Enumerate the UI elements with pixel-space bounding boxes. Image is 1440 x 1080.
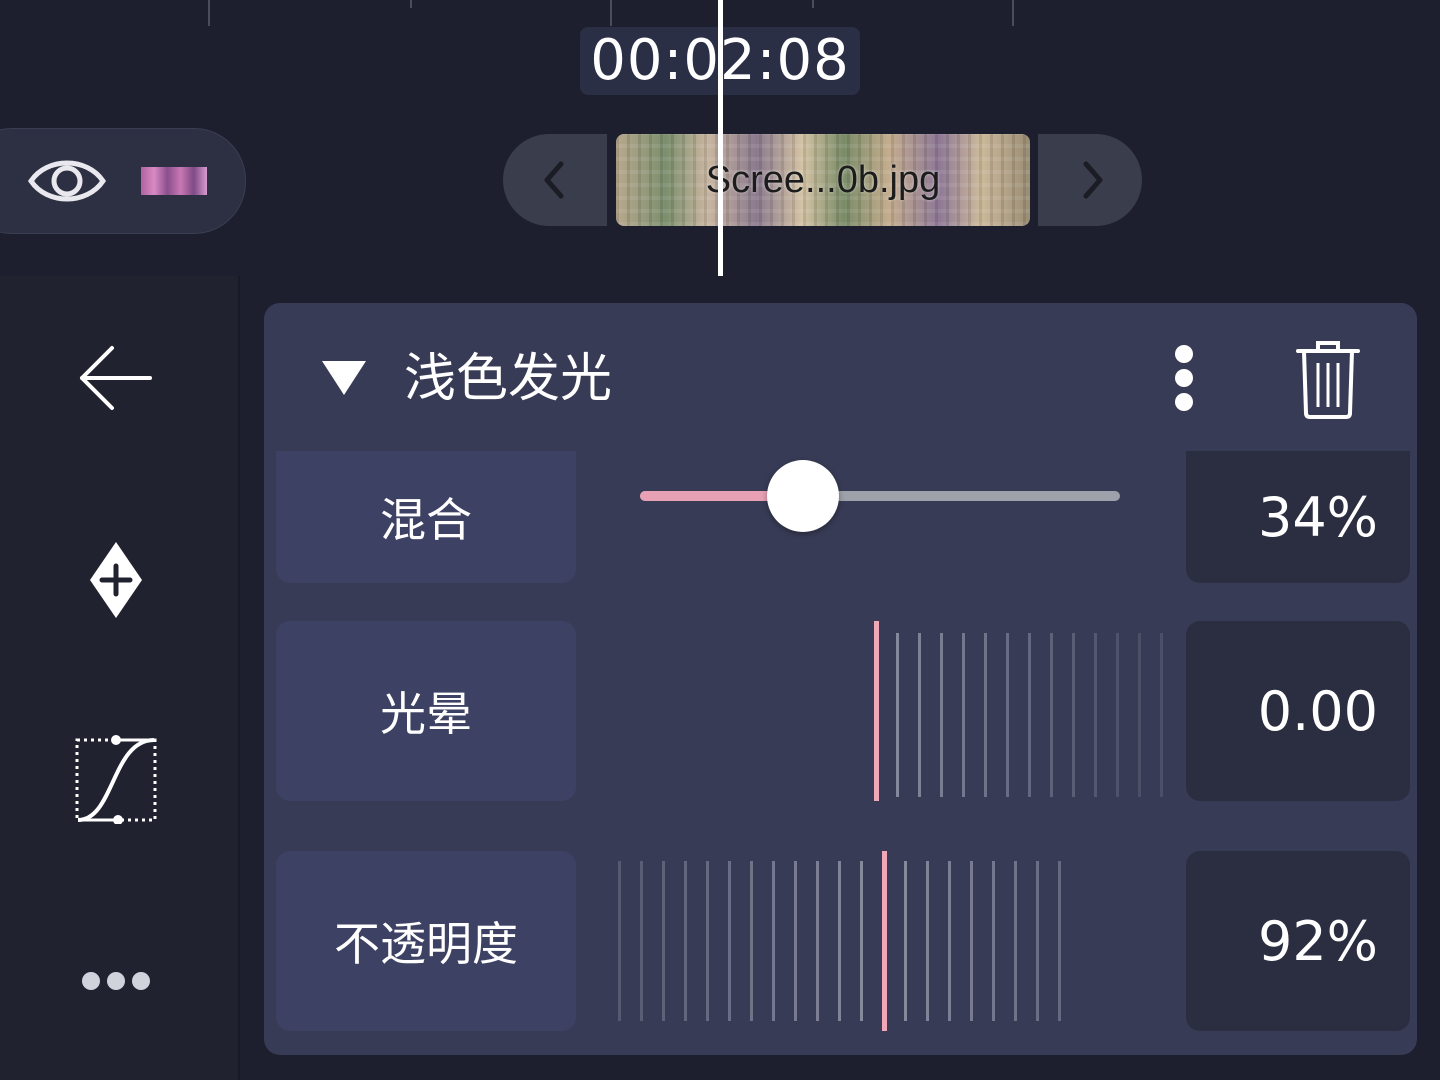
opacity-dial[interactable] (596, 851, 1186, 1031)
ruler-tick (410, 0, 412, 8)
dial-indicator (874, 621, 879, 801)
blend-slider[interactable] (640, 451, 1120, 583)
dial-tick (918, 633, 921, 797)
halo-dial[interactable] (596, 621, 1186, 801)
dial-indicator (882, 851, 887, 1031)
dial-tick (860, 861, 863, 1021)
dial-tick (728, 861, 731, 1021)
dial-tick (1050, 633, 1053, 797)
ruler-tick (812, 0, 814, 8)
halo-row: 光晕 0.00 (276, 621, 1410, 801)
dial-tick (838, 861, 841, 1021)
dial-tick (904, 861, 907, 1021)
slider-thumb[interactable] (767, 460, 839, 532)
dial-tick (1072, 633, 1075, 797)
dial-tick (772, 861, 775, 1021)
dial-tick (1014, 861, 1017, 1021)
dial-tick (926, 861, 929, 1021)
tool-sidebar (0, 276, 240, 1080)
blend-label: 混合 (276, 451, 576, 583)
chevron-right-icon (1083, 161, 1103, 199)
dial-tick (1006, 633, 1009, 797)
ruler-tick (1012, 0, 1014, 26)
effect-panel: 浅色发光 混合 34% 光晕 0.00 不透明度 92% (264, 303, 1417, 1055)
trash-icon[interactable] (1294, 339, 1362, 419)
opacity-value[interactable]: 92% (1186, 851, 1410, 1031)
dial-tick (1116, 633, 1119, 797)
dial-tick (1160, 633, 1163, 797)
opacity-label: 不透明度 (276, 851, 576, 1031)
eye-icon[interactable] (27, 153, 107, 209)
layer-track-header[interactable] (0, 128, 246, 234)
timeline-area: 00:02:08 Scree...0b.jpg (0, 0, 1440, 276)
dial-tick (706, 861, 709, 1021)
next-clip-button[interactable] (1038, 134, 1142, 226)
dial-tick (940, 633, 943, 797)
selected-clip[interactable]: Scree...0b.jpg (616, 134, 1030, 226)
dial-tick (1036, 861, 1039, 1021)
dial-tick (896, 633, 899, 797)
dial-tick (1058, 861, 1061, 1021)
dial-tick (962, 633, 965, 797)
chevron-left-icon (544, 161, 564, 199)
arrow-left-icon[interactable] (78, 344, 154, 412)
dial-tick (662, 861, 665, 1021)
keyframe-add-icon[interactable] (88, 540, 144, 620)
clip-filename: Scree...0b.jpg (705, 159, 941, 201)
effect-title: 浅色发光 (404, 349, 613, 409)
dial-tick (816, 861, 819, 1021)
dial-tick (794, 861, 797, 1021)
opacity-row: 不透明度 92% (276, 851, 1410, 1031)
more-vertical-icon[interactable] (1169, 343, 1199, 415)
halo-label: 光晕 (276, 621, 576, 801)
ruler-tick (610, 0, 612, 26)
layer-thumbnail (141, 167, 207, 195)
more-horizontal-icon[interactable] (80, 970, 152, 992)
bezier-curve-icon[interactable] (74, 734, 160, 824)
dial-tick (750, 861, 753, 1021)
dial-tick (1028, 633, 1031, 797)
playhead[interactable] (718, 0, 723, 276)
dial-tick (992, 861, 995, 1021)
dial-tick (1094, 633, 1097, 797)
dial-tick (684, 861, 687, 1021)
effect-panel-header: 浅色发光 (264, 303, 1417, 453)
dial-tick (618, 861, 621, 1021)
blend-value[interactable]: 34% (1186, 451, 1410, 583)
dial-tick (970, 861, 973, 1021)
dial-tick (984, 633, 987, 797)
dial-tick (948, 861, 951, 1021)
previous-clip-button[interactable] (503, 134, 607, 226)
dial-tick (1138, 633, 1141, 797)
dial-tick (640, 861, 643, 1021)
ruler-tick (208, 0, 210, 26)
blend-row: 混合 34% (276, 451, 1410, 583)
halo-value[interactable]: 0.00 (1186, 621, 1410, 801)
triangle-down-icon[interactable] (320, 359, 368, 397)
